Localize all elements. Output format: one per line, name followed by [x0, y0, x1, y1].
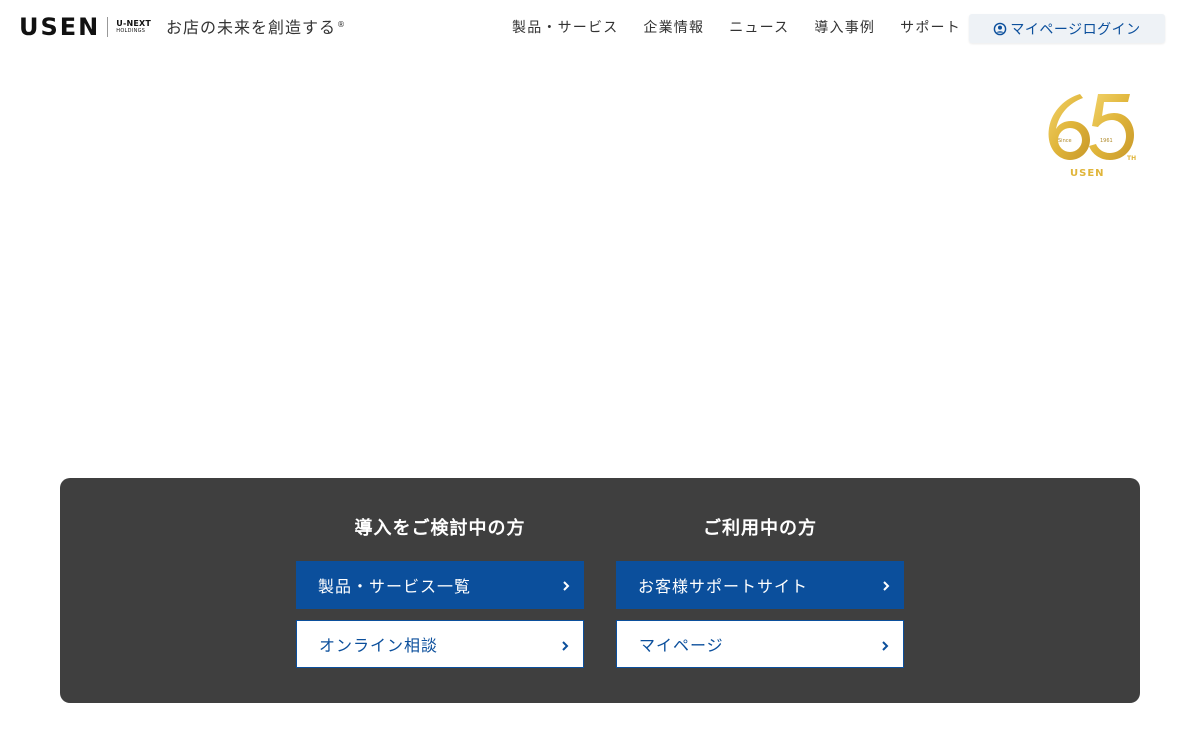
- mypage-label: マイページ: [639, 636, 724, 655]
- unext-holdings-logo: U-NEXT HOLDINGS: [116, 20, 151, 34]
- online-consultation-button[interactable]: オンライン相談: [296, 620, 584, 668]
- products-list-label: 製品・サービス一覧: [318, 577, 472, 596]
- user-circle-icon: [993, 22, 1007, 36]
- main-nav: 製品・サービス 企業情報 ニュース 導入事例 サポート: [512, 17, 961, 39]
- nav-news[interactable]: ニュース: [729, 17, 789, 39]
- chevron-right-icon: [560, 578, 572, 592]
- usen-logo[interactable]: USEN U-NEXT HOLDINGS: [19, 13, 151, 41]
- mypage-button[interactable]: マイページ: [616, 620, 904, 668]
- nav-company-info[interactable]: 企業情報: [643, 17, 704, 39]
- nav-support[interactable]: サポート: [900, 17, 961, 39]
- nav-products-services[interactable]: 製品・サービス: [512, 17, 618, 39]
- emblem-since: Since: [1058, 138, 1072, 144]
- emblem-th: TH: [1127, 155, 1136, 162]
- anniversary-65-emblem: Since 1961 TH USEN: [1040, 88, 1140, 183]
- products-list-button[interactable]: 製品・サービス一覧: [296, 561, 584, 609]
- customer-support-site-button[interactable]: お客様サポートサイト: [616, 561, 904, 609]
- prospective-heading: 導入をご検討中の方: [354, 518, 526, 539]
- tagline: お店の未来を創造する®: [166, 16, 346, 43]
- tagline-text: お店の未来を創造する: [166, 18, 337, 37]
- current-users-heading: ご利用中の方: [703, 518, 817, 539]
- mypage-login-label: マイページログイン: [1010, 21, 1141, 38]
- chevron-right-icon: [559, 638, 571, 652]
- emblem-usen: USEN: [1070, 168, 1105, 179]
- mypage-login-button[interactable]: マイページログイン: [969, 14, 1165, 43]
- logo-usen-wordmark: USEN: [19, 13, 101, 41]
- nav-case-studies[interactable]: 導入事例: [814, 17, 875, 39]
- emblem-year: 1961: [1100, 138, 1113, 144]
- chevron-right-icon: [879, 638, 891, 652]
- cta-panel: 導入をご検討中の方 製品・サービス一覧 オンライン相談 ご利用中の方 お客様サポ…: [60, 478, 1140, 703]
- customer-support-site-label: お客様サポートサイト: [638, 577, 809, 596]
- online-consultation-label: オンライン相談: [319, 636, 439, 655]
- logo-holdings-text: HOLDINGS: [116, 28, 146, 34]
- logo-divider: [107, 17, 109, 37]
- logo-unext-text: U-NEXT: [116, 19, 152, 28]
- chevron-right-icon: [880, 578, 892, 592]
- registered-mark: ®: [337, 20, 347, 29]
- site-header: USEN U-NEXT HOLDINGS お店の未来を創造する® 製品・サービス…: [0, 0, 1200, 56]
